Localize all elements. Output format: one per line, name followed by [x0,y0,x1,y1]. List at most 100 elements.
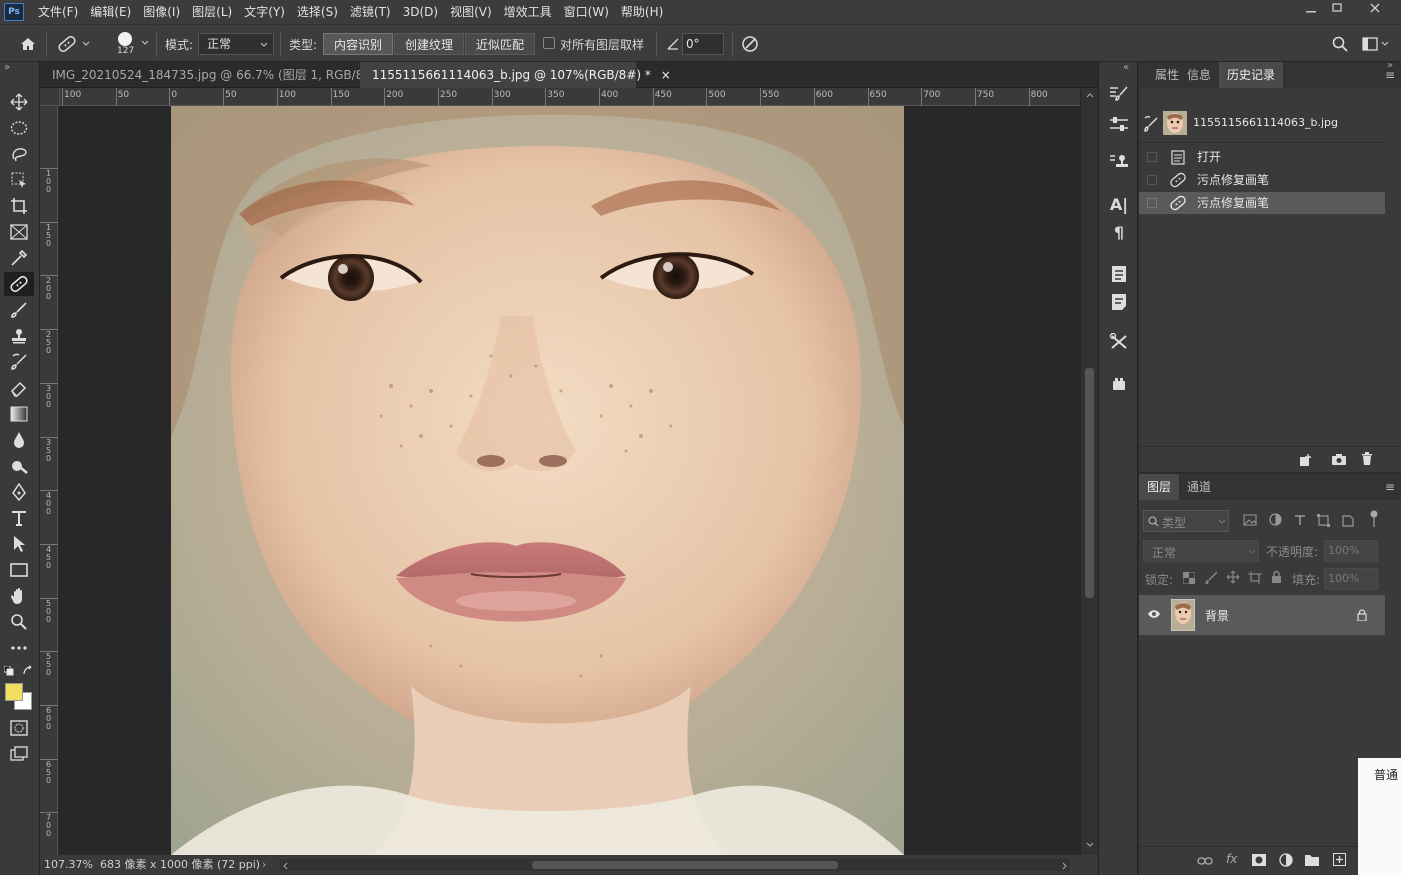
lock-icon[interactable] [1357,609,1367,621]
h-scroll-thumb[interactable] [532,861,838,869]
history-snapshot[interactable]: 1155115661114063_b.jpg [1139,106,1385,140]
type-tool[interactable] [4,506,34,530]
eraser-tool[interactable] [4,376,34,400]
menu-view[interactable]: 视图(V) [444,0,498,24]
history-state-healing-2[interactable]: 污点修复画笔 [1139,192,1385,214]
vertical-scrollbar[interactable] [1080,88,1098,855]
scroll-left-icon[interactable] [282,862,288,870]
object-selection-tool[interactable] [4,168,34,192]
sample-all-layers-checkbox[interactable] [543,37,555,49]
close-window-button[interactable] [1360,0,1390,16]
horizontal-scrollbar[interactable] [280,859,1070,871]
lock-all-icon[interactable] [1271,570,1282,583]
brush-tool[interactable] [4,298,34,322]
more-tools[interactable] [4,636,34,660]
restore-button[interactable] [1322,0,1352,16]
spot-healing-brush-tool[interactable] [4,272,34,296]
hand-tool[interactable] [4,584,34,608]
new-layer-icon[interactable] [1333,853,1346,866]
trash-icon[interactable] [1361,452,1373,466]
filter-shape-icon[interactable] [1317,514,1330,527]
filter-toggle-icon[interactable] [1369,510,1379,528]
horizontal-ruler[interactable]: 100 50 0 50 100 150 200 250 300 350 400 450 500 550 60… [60,88,1080,106]
layer-name[interactable]: 背景 [1205,607,1229,624]
link-layers-icon[interactable] [1197,856,1213,866]
tool-presets-button[interactable] [1106,330,1132,354]
layer-mask-icon[interactable] [1252,854,1266,866]
history-source-checkbox[interactable] [1147,152,1157,162]
tab-layers[interactable]: 图层 [1139,474,1180,500]
mode-select[interactable]: 正常 [198,33,274,55]
collapse-dock-icon[interactable]: « [1123,62,1129,73]
proximity-match-button[interactable]: 近似匹配 [465,33,535,55]
collapse-toolbar-icon[interactable]: » [4,62,10,73]
content-aware-button[interactable]: 内容识别 [323,33,393,55]
tab-channels[interactable]: 通道 [1179,474,1219,500]
filter-pixel-icon[interactable] [1243,514,1257,526]
opacity-input[interactable]: 100% [1324,540,1378,562]
blend-mode-select[interactable]: 正常 [1143,540,1259,562]
rectangle-tool[interactable] [4,558,34,582]
quick-mask-button[interactable] [4,716,34,740]
zoom-level[interactable]: 107.37% [44,855,93,875]
screen-mode-button[interactable] [4,742,34,766]
eye-icon[interactable] [1147,609,1161,619]
zoom-tool[interactable] [4,610,34,634]
default-colors-icon[interactable] [4,666,14,676]
gradient-tool[interactable] [4,402,34,426]
character-button[interactable]: A| [1106,192,1132,216]
crop-tool[interactable] [4,194,34,218]
swap-colors-icon[interactable] [22,665,34,677]
properties-panel-button[interactable] [1106,262,1132,286]
history-source-checkbox[interactable] [1147,175,1157,185]
history-brush-source-icon[interactable] [1143,116,1159,132]
canvas-area[interactable] [58,106,1080,855]
doc-tab-img[interactable]: IMG_20210524_184735.jpg @ 66.7% (图层 1, R… [40,62,398,88]
blur-tool[interactable] [4,428,34,452]
menu-window[interactable]: 窗口(W) [558,0,615,24]
doc-tab-active[interactable]: 1155115661114063_b.jpg @ 107%(RGB/8#) * … [360,62,671,88]
menu-filter[interactable]: 滤镜(T) [344,0,397,24]
vertical-ruler[interactable]: 1 0 0 1 5 0 2 0 0 2 5 0 3 0 0 3 5 0 4 0 0 4 5 0… [40,106,58,855]
tab-close-icon[interactable]: × [661,68,671,82]
new-document-from-state-icon[interactable] [1299,453,1313,467]
ruler-origin[interactable] [40,88,60,106]
history-brush-tool[interactable] [4,350,34,374]
pen-tool[interactable] [4,480,34,504]
scroll-down-icon[interactable] [1086,842,1094,848]
brush-settings-button[interactable] [1106,82,1132,106]
menu-file[interactable]: 文件(F) [32,0,84,24]
lasso-tool[interactable] [4,142,34,166]
camera-icon[interactable] [1331,453,1347,466]
eyedropper-tool[interactable] [4,246,34,270]
menu-edit[interactable]: 编辑(E) [84,0,137,24]
scroll-up-icon[interactable] [1086,92,1094,98]
tab-info[interactable]: 信息 [1179,62,1219,88]
menu-select[interactable]: 选择(S) [291,0,344,24]
panel-menu-icon[interactable]: ≡ [1385,480,1395,494]
layer-filter-select[interactable]: 类型 [1143,510,1229,532]
history-state-open[interactable]: 打开 [1139,146,1385,168]
filter-adjustment-icon[interactable] [1269,513,1282,526]
portrait-photo[interactable] [171,106,904,855]
history-state-healing-1[interactable]: 污点修复画笔 [1139,169,1385,191]
menu-layer[interactable]: 图层(L) [186,0,238,24]
folder-icon[interactable] [1305,854,1319,866]
path-selection-tool[interactable] [4,532,34,556]
angle-input[interactable]: 0° [682,33,724,55]
marquee-tool[interactable] [4,116,34,140]
frame-tool[interactable] [4,220,34,244]
move-tool[interactable] [4,90,34,114]
clone-source-button[interactable] [1106,150,1132,174]
clone-stamp-tool[interactable] [4,324,34,348]
actions-button[interactable] [1106,372,1132,396]
filter-type-icon[interactable] [1294,514,1306,526]
fx-icon[interactable]: fx [1226,852,1237,866]
create-texture-button[interactable]: 创建纹理 [394,33,464,55]
workspace-switcher[interactable] [1362,34,1390,54]
collapse-panels-icon[interactable]: » [1387,60,1393,71]
menu-type[interactable]: 文字(Y) [238,0,291,24]
scroll-thumb[interactable] [1085,368,1094,598]
brush-size-picker[interactable]: 127 [112,29,152,59]
foreground-color-swatch[interactable] [5,683,23,701]
